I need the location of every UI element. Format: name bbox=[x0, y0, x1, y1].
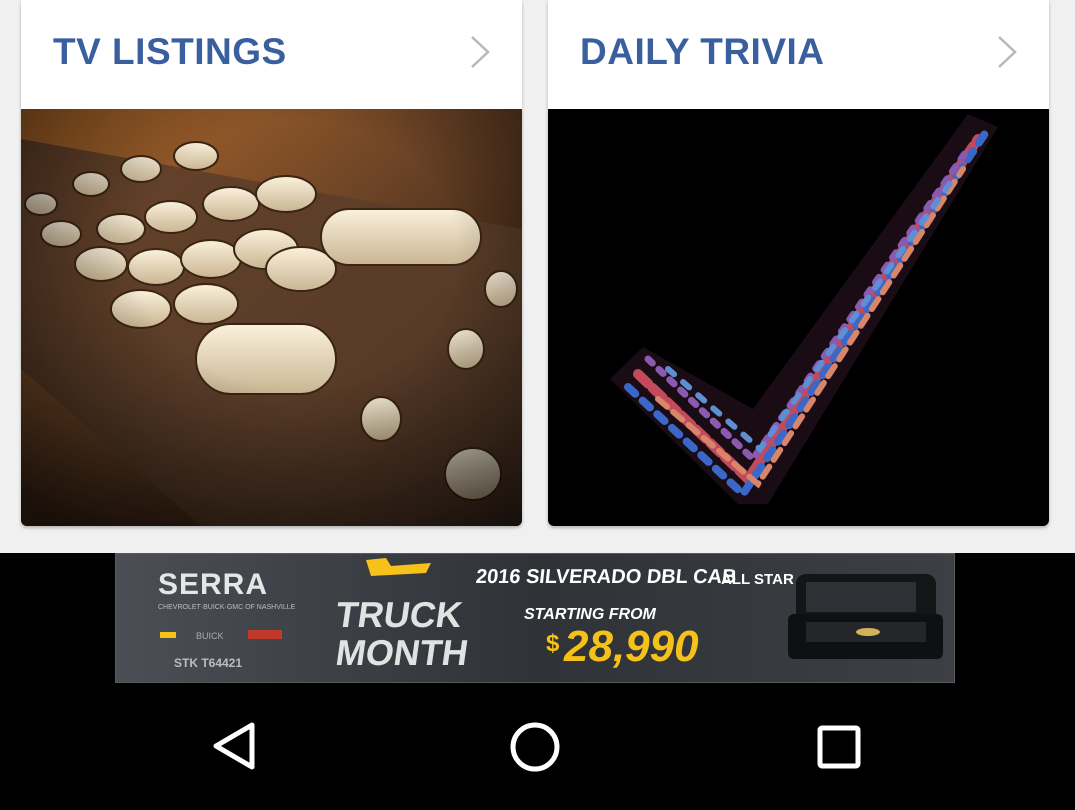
ad-stock: STK T64421 bbox=[174, 656, 243, 670]
tv-listings-card[interactable]: TV LISTINGS bbox=[21, 0, 522, 526]
ad-price: 28,990 bbox=[564, 622, 699, 671]
ad-banner[interactable]: BUICK SERRA CHEVROLET·BUICK·GMC OF NASHV… bbox=[115, 553, 955, 683]
ad-model: 2016 SILVERADO DBL CAB bbox=[474, 566, 738, 588]
back-icon bbox=[213, 722, 255, 770]
daily-trivia-card[interactable]: DAILY TRIVIA bbox=[548, 0, 1049, 526]
chevron-right-icon bbox=[998, 36, 1017, 68]
recents-icon bbox=[817, 725, 861, 769]
ad-headline-1: TRUCK bbox=[333, 594, 465, 635]
truck-image bbox=[788, 574, 943, 659]
card-header: DAILY TRIVIA bbox=[548, 0, 1049, 109]
tv-remote-image bbox=[21, 109, 522, 526]
card-title: TV LISTINGS bbox=[53, 31, 287, 72]
main-content: TV LISTINGS DAILY TRIVIA bbox=[0, 0, 1075, 553]
back-button[interactable] bbox=[194, 705, 274, 785]
ad-brand: SERRA bbox=[158, 568, 269, 601]
ad-brand-sub: CHEVROLET·BUICK·GMC OF NASHVILLE bbox=[158, 604, 296, 611]
chevron-right-icon bbox=[471, 36, 490, 68]
recents-button[interactable] bbox=[799, 705, 879, 785]
ad-headline-2: MONTH bbox=[333, 632, 471, 673]
system-nav-bar bbox=[0, 683, 1075, 810]
ad-currency: $ bbox=[546, 630, 560, 657]
home-icon bbox=[510, 722, 560, 772]
svg-text:BUICK: BUICK bbox=[196, 631, 224, 641]
trivia-checkmark-image bbox=[548, 109, 1049, 526]
card-header: TV LISTINGS bbox=[21, 0, 522, 109]
home-button[interactable] bbox=[495, 705, 575, 785]
card-title: DAILY TRIVIA bbox=[580, 31, 825, 72]
ad-trim: ALL STAR bbox=[721, 571, 794, 588]
